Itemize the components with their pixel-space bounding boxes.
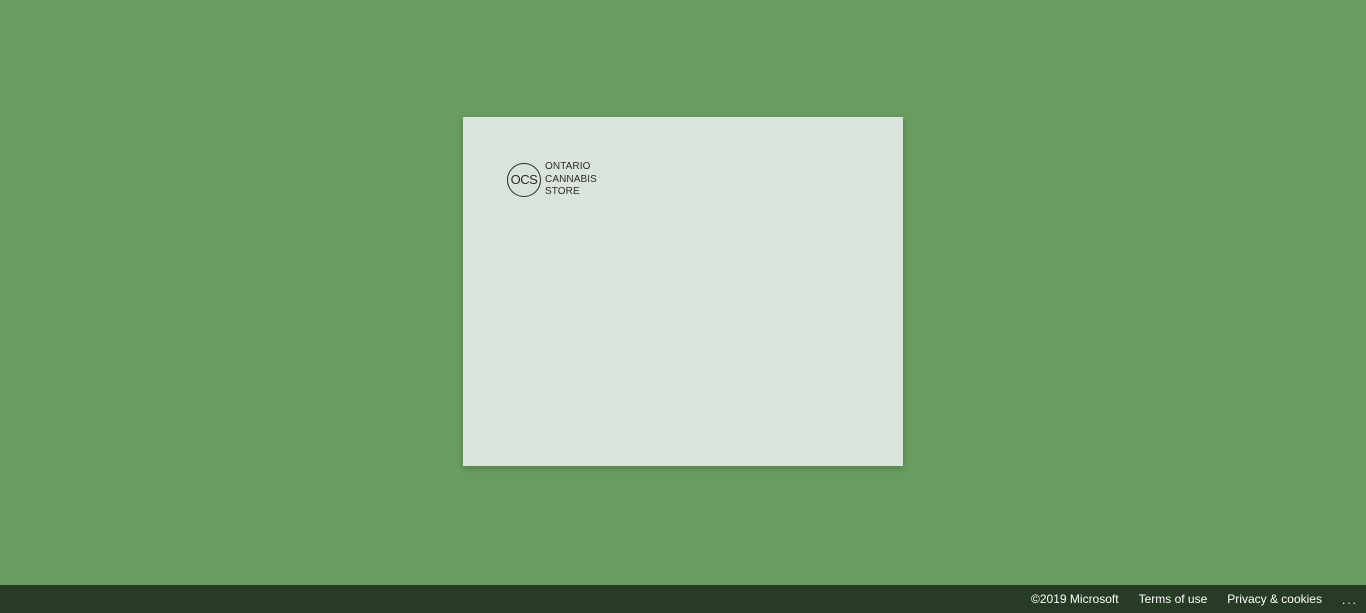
- logo-line-1: ONTARIO: [545, 161, 591, 172]
- sign-in-card: OCS ONTARIO CANNABIS STORE: [463, 117, 903, 466]
- terms-of-use-link[interactable]: Terms of use: [1139, 592, 1208, 606]
- logo-line-3: STORE: [545, 186, 580, 197]
- ocs-logo-wordmark: ONTARIO CANNABIS STORE: [545, 161, 597, 199]
- footer-bar: ©2019 Microsoft Terms of use Privacy & c…: [0, 585, 1366, 613]
- logo-line-2: CANNABIS: [545, 173, 597, 185]
- ocs-logo-circle: OCS: [507, 162, 541, 197]
- copyright-text: ©2019 Microsoft: [1031, 592, 1119, 606]
- more-options-button[interactable]: ...: [1342, 593, 1358, 607]
- privacy-cookies-link[interactable]: Privacy & cookies: [1227, 592, 1322, 606]
- ocs-logo: OCS ONTARIO CANNABIS STORE: [507, 161, 597, 199]
